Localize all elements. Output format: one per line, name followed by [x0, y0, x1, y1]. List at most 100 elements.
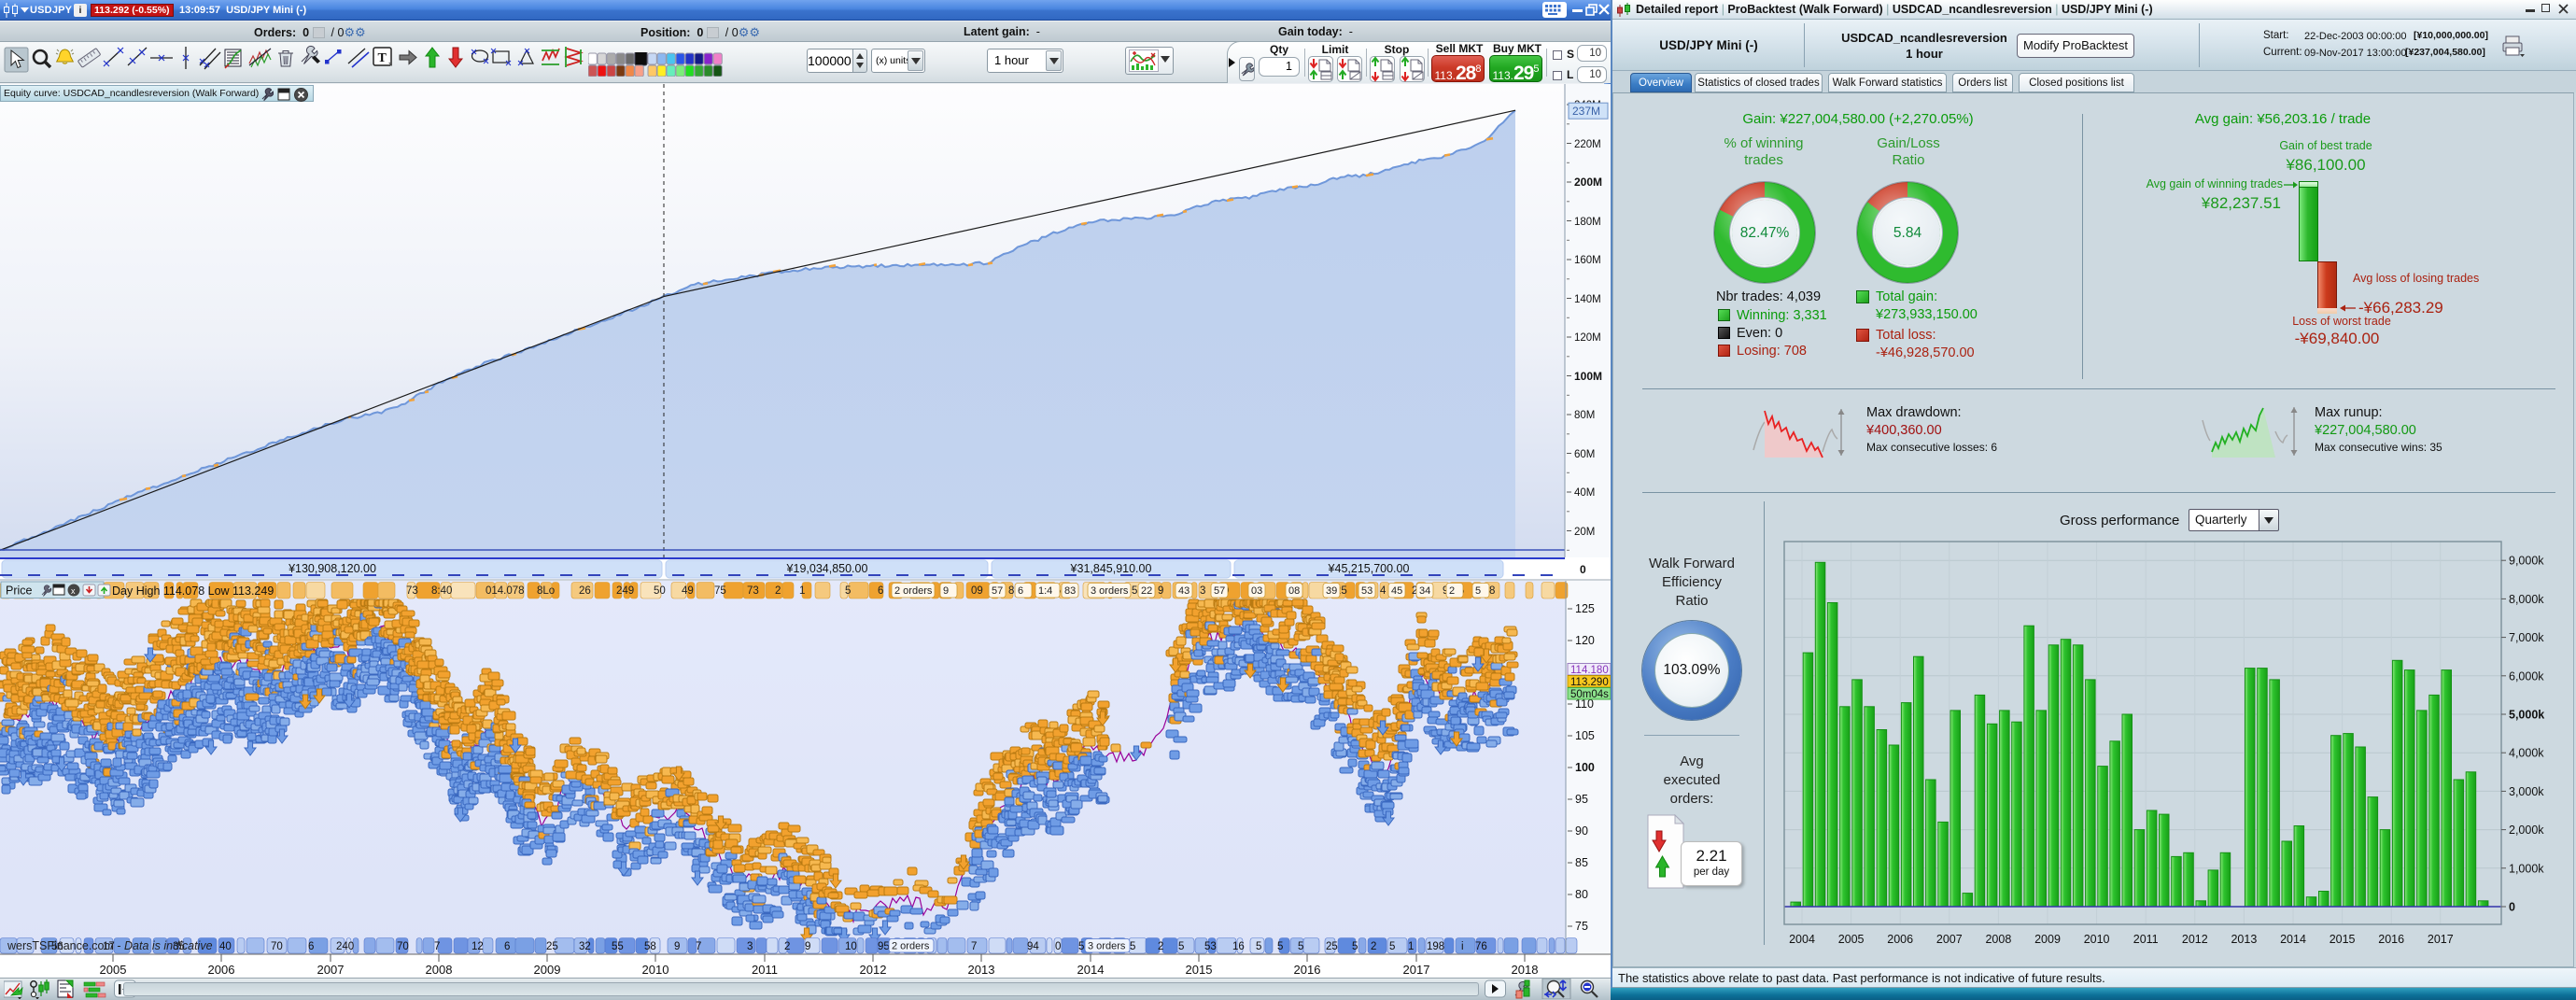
svg-text:80M: 80M	[1574, 410, 1595, 421]
svg-text:4,000k: 4,000k	[2509, 747, 2544, 760]
svg-text:26: 26	[579, 585, 591, 597]
svg-text:105: 105	[1575, 729, 1595, 742]
svg-text:2013: 2013	[968, 963, 995, 977]
svg-text:2007: 2007	[317, 963, 345, 977]
svg-text:240: 240	[336, 941, 354, 952]
svg-text:113.290: 113.290	[1570, 677, 1609, 688]
svg-text:53: 53	[1204, 941, 1217, 952]
svg-text:2008: 2008	[426, 963, 453, 977]
svg-text:85: 85	[1575, 856, 1588, 869]
svg-text:2013: 2013	[2231, 933, 2257, 946]
svg-text:83: 83	[1064, 585, 1076, 597]
svg-text:120: 120	[1575, 634, 1595, 647]
svg-text:2011: 2011	[2133, 933, 2159, 946]
svg-text:3 orders: 3 orders	[1088, 941, 1126, 952]
svg-text:0: 0	[2509, 901, 2515, 914]
svg-text:1:4: 1:4	[1038, 585, 1052, 597]
svg-text:34: 34	[1419, 585, 1430, 597]
svg-text:9: 9	[943, 585, 949, 597]
svg-text:58: 58	[644, 941, 656, 952]
svg-text:5: 5	[1132, 585, 1137, 597]
svg-text:2 orders: 2 orders	[894, 585, 933, 597]
svg-text:73: 73	[747, 585, 759, 597]
svg-text:9: 9	[674, 941, 680, 952]
svg-text:1: 1	[799, 585, 805, 597]
svg-text:1,000k: 1,000k	[2509, 862, 2544, 875]
svg-text:5: 5	[845, 585, 851, 597]
svg-text:2006: 2006	[1887, 933, 1913, 946]
svg-text:¥130,908,120.00: ¥130,908,120.00	[288, 562, 376, 575]
svg-text:2015: 2015	[2330, 933, 2356, 946]
svg-text:2005: 2005	[1838, 933, 1865, 946]
svg-text:5: 5	[1352, 941, 1358, 952]
svg-text:2009: 2009	[534, 963, 561, 977]
svg-text:5,000k: 5,000k	[2509, 709, 2544, 722]
svg-text:5: 5	[1256, 941, 1261, 952]
svg-text:2004: 2004	[1789, 933, 1815, 946]
svg-text:0: 0	[1055, 941, 1061, 952]
svg-text:57: 57	[992, 585, 1003, 597]
svg-text:237M: 237M	[1572, 105, 1600, 118]
svg-text:43: 43	[1178, 585, 1189, 597]
svg-text:¥45,215,700.00: ¥45,215,700.00	[1328, 562, 1410, 575]
svg-text:6: 6	[308, 941, 314, 952]
svg-text:08: 08	[1288, 585, 1300, 597]
svg-text:wersTSFinance.com - Data is in: wersTSFinance.com - Data is indicative	[7, 939, 213, 952]
svg-text:8,000k: 8,000k	[2509, 593, 2544, 606]
svg-text:¥31,845,910.00: ¥31,845,910.00	[1070, 562, 1152, 575]
svg-text:2008: 2008	[1985, 933, 2011, 946]
svg-text:2016: 2016	[1294, 963, 1321, 977]
svg-text:6: 6	[504, 941, 510, 952]
svg-text:7: 7	[696, 941, 701, 952]
svg-text:5: 5	[1277, 941, 1283, 952]
svg-text:Day High 114.078 Low 113.249: Day High 114.078 Low 113.249	[112, 585, 274, 598]
svg-text:x: x	[71, 586, 76, 596]
svg-text:140M: 140M	[1574, 294, 1601, 305]
svg-text:2015: 2015	[1186, 963, 1213, 977]
svg-text:55: 55	[612, 941, 624, 952]
svg-text:2,000k: 2,000k	[2509, 824, 2544, 837]
svg-text:198: 198	[1427, 941, 1444, 952]
svg-text:2: 2	[784, 941, 790, 952]
svg-text:7: 7	[971, 941, 977, 952]
svg-text:53: 53	[1361, 585, 1372, 597]
svg-text:2: 2	[1158, 941, 1163, 952]
svg-text:160M: 160M	[1574, 255, 1601, 266]
svg-text:57: 57	[1214, 585, 1225, 597]
svg-text:Price: Price	[6, 585, 33, 598]
svg-text:2016: 2016	[2378, 933, 2404, 946]
svg-text:3: 3	[747, 941, 753, 952]
svg-text:6,000k: 6,000k	[2509, 669, 2544, 683]
svg-text:2014: 2014	[1077, 963, 1105, 977]
svg-text:8:40: 8:40	[431, 585, 452, 597]
svg-text:3: 3	[1200, 585, 1205, 597]
svg-text:95: 95	[878, 941, 890, 952]
svg-text:2007: 2007	[1936, 933, 1963, 946]
svg-text:100: 100	[1575, 761, 1595, 774]
svg-text:2006: 2006	[208, 963, 235, 977]
svg-text:60M: 60M	[1574, 449, 1595, 460]
svg-text:76: 76	[1475, 941, 1487, 952]
svg-text:09: 09	[971, 585, 983, 597]
svg-text:9: 9	[805, 941, 810, 952]
svg-text:014.078: 014.078	[486, 585, 525, 597]
svg-text:2012: 2012	[2182, 933, 2208, 946]
svg-text:12: 12	[472, 941, 484, 952]
svg-text:6: 6	[878, 585, 883, 597]
svg-text:9,000k: 9,000k	[2509, 555, 2544, 568]
svg-text:5: 5	[1298, 941, 1303, 952]
svg-text:T: T	[378, 51, 387, 65]
svg-text:5: 5	[1475, 585, 1481, 597]
svg-text:2005: 2005	[100, 963, 127, 977]
svg-text:5: 5	[1389, 941, 1395, 952]
svg-text:249: 249	[616, 585, 634, 597]
svg-text:114.180: 114.180	[1570, 665, 1609, 676]
svg-text:2 orders: 2 orders	[892, 941, 930, 952]
svg-text:2010: 2010	[642, 963, 669, 977]
svg-text:2009: 2009	[2034, 933, 2061, 946]
svg-text:10: 10	[845, 941, 857, 952]
svg-text:3,000k: 3,000k	[2509, 785, 2544, 798]
svg-text:2: 2	[1371, 941, 1376, 952]
svg-text:03: 03	[1251, 585, 1262, 597]
svg-text:9: 9	[1158, 585, 1163, 597]
